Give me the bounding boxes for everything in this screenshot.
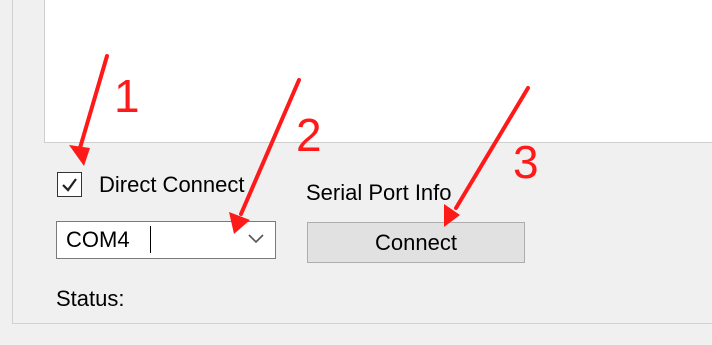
chevron-down-icon[interactable] xyxy=(247,232,265,244)
serial-port-info-label: Serial Port Info xyxy=(306,180,452,205)
port-select-value: COM4 xyxy=(66,227,130,252)
output-text-area[interactable] xyxy=(44,0,712,143)
direct-connect-label: Direct Connect xyxy=(99,172,245,197)
text-cursor xyxy=(150,226,151,253)
annotation-number-2: 2 xyxy=(296,109,322,161)
connect-button[interactable]: Connect xyxy=(307,222,525,263)
direct-connect-checkbox[interactable] xyxy=(57,172,82,197)
status-label: Status: xyxy=(56,286,125,311)
port-select[interactable]: COM4 xyxy=(56,221,276,259)
annotation-number-3: 3 xyxy=(513,136,539,188)
annotation-number-1: 1 xyxy=(114,70,140,122)
check-icon xyxy=(62,178,77,192)
